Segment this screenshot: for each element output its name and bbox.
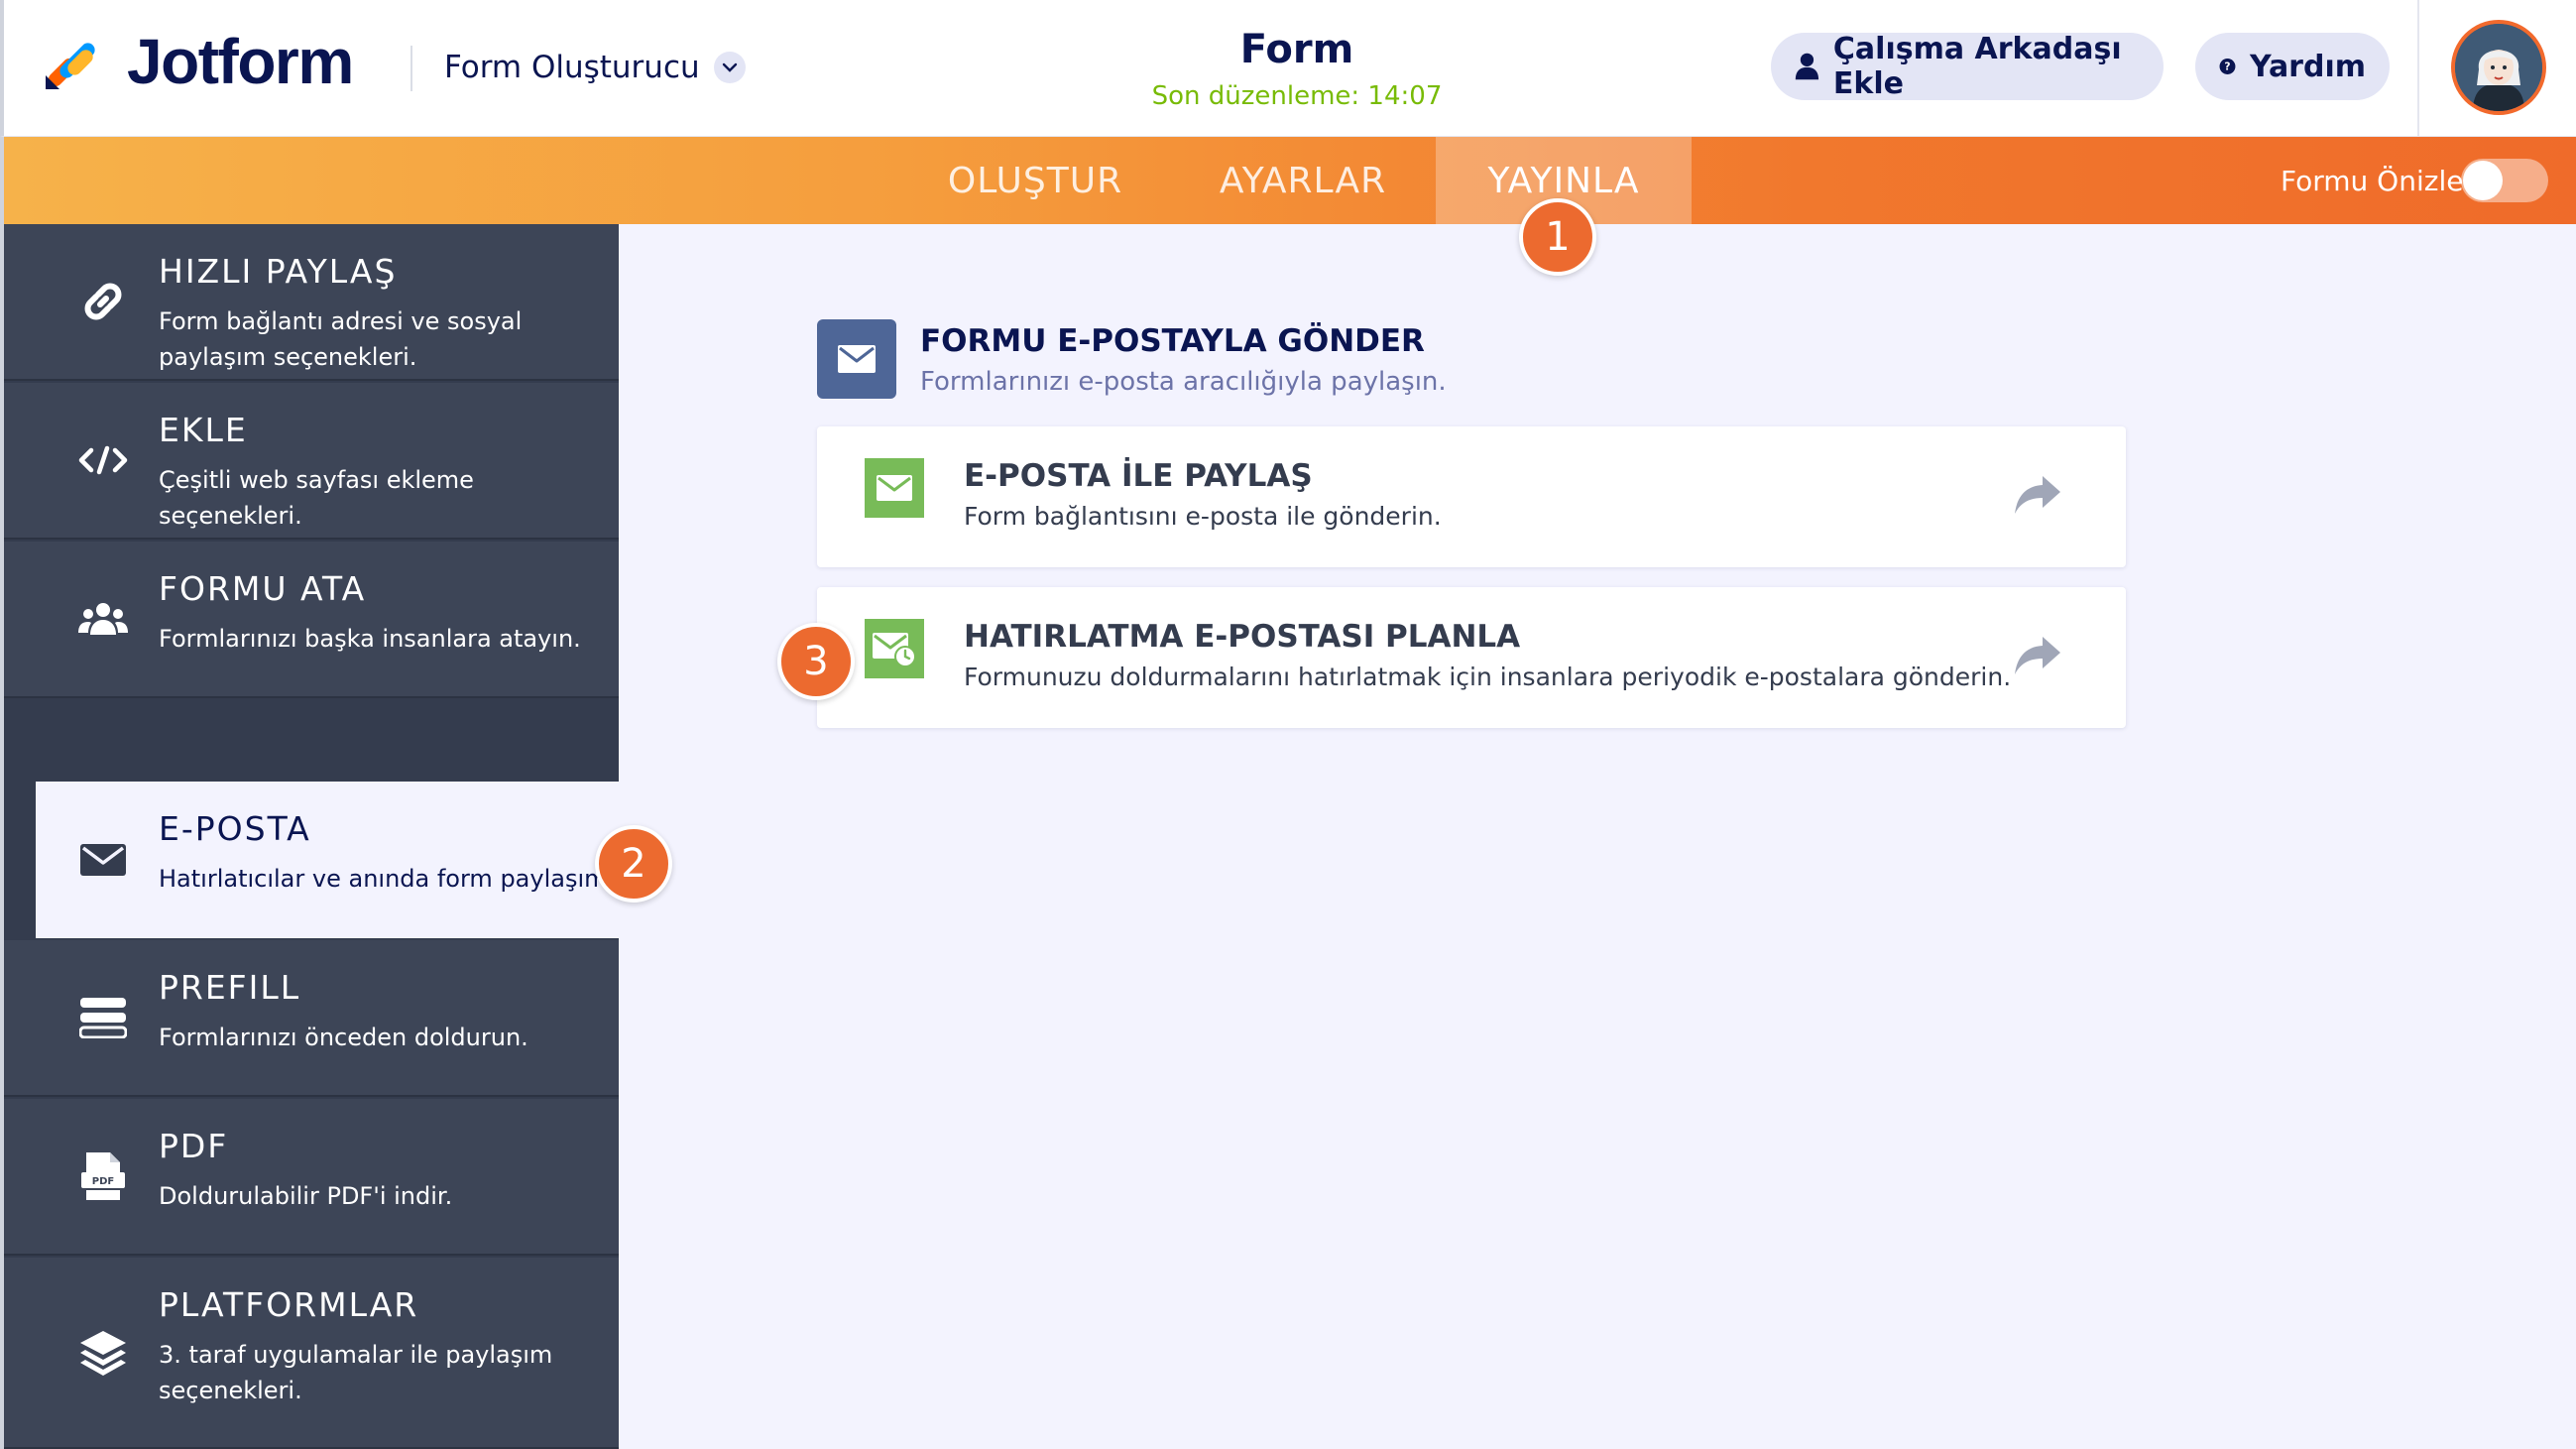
user-avatar[interactable] [2451, 20, 2546, 115]
toggle-knob [2463, 161, 2503, 200]
tab-create[interactable]: OLUŞTUR [936, 137, 1134, 224]
step-badge-2: 2 [595, 825, 672, 903]
schedule-reminder-card[interactable]: HATIRLATMA E-POSTASI PLANLA Formunuzu do… [817, 587, 2126, 728]
card-desc: Formunuzu doldurmalarını hatırlatmak içi… [964, 663, 2012, 691]
card-title: E-POSTA İLE PAYLAŞ [964, 458, 1313, 494]
pdf-icon: PDF [77, 1150, 129, 1202]
add-collaborator-button[interactable]: Çalışma Arkadaşı Ekle [1771, 32, 2164, 101]
publish-sidebar: HIZLI PAYLAŞ Form bağlantı adresi ve sos… [0, 224, 623, 1449]
sidebar-item-email[interactable]: E-POSTA Hatırlatıcılar ve anında form pa… [36, 782, 623, 938]
sidebar-item-desc: Form bağlantı adresi ve sosyal paylaşım … [159, 307, 523, 371]
prefill-icon [77, 992, 129, 1043]
sidebar-item-assign-form[interactable]: FORMU ATA Formlarınızı başka insanlara a… [4, 542, 619, 698]
form-title[interactable]: Form [1099, 28, 1495, 71]
sidebar-item-title: PLATFORMLAR [159, 1285, 419, 1324]
preview-form-label: Formu Önizle [2281, 164, 2464, 197]
form-title-block: Form Son düzenleme: 14:07 [1099, 28, 1495, 111]
section-title: FORMU E-POSTAYLA GÖNDER [920, 323, 1425, 359]
share-arrow-icon[interactable] [2013, 472, 2062, 518]
form-builder-dropdown[interactable]: Form Oluşturucu [444, 46, 746, 89]
svg-text:PDF: PDF [92, 1176, 114, 1187]
top-header: Jotform Form Oluşturucu Form Son düzenle… [0, 0, 2576, 137]
section-subtitle: Formlarınızı e-posta aracılığıyla paylaş… [920, 367, 1447, 397]
envelope-icon [865, 458, 924, 518]
jotform-logo-icon [46, 43, 95, 89]
tab-settings[interactable]: AYARLAR [1184, 137, 1422, 224]
help-icon: ? [2219, 59, 2236, 74]
sidebar-item-desc: Hatırlatıcılar ve anında form paylaşımı [159, 865, 615, 893]
sidebar-item-platforms[interactable]: PLATFORMLAR 3. taraf uygulamalar ile pay… [4, 1258, 619, 1449]
layers-icon [77, 1327, 129, 1379]
header-separator [2417, 0, 2419, 137]
sidebar-item-prefill[interactable]: PREFILL Formlarınızı önceden doldurun. [4, 940, 619, 1097]
avatar-image [2455, 24, 2542, 111]
sidebar-item-desc: Doldurulabilir PDF'i indir. [159, 1182, 453, 1210]
sidebar-item-desc: Çeşitli web sayfası ekleme seçenekleri. [159, 466, 474, 530]
sidebar-item-embed[interactable]: EKLE Çeşitli web sayfası ekleme seçenekl… [4, 383, 619, 540]
step-badge-1: 1 [1519, 198, 1596, 276]
jotform-logo[interactable]: Jotform [42, 26, 354, 97]
sidebar-item-title: FORMU ATA [159, 569, 367, 608]
last-edited-status: Son düzenleme: 14:07 [1151, 81, 1443, 111]
card-desc: Form bağlantısını e-posta ile gönderin. [964, 502, 1442, 531]
sidebar-item-desc: 3. taraf uygulamalar ile paylaşım seçene… [159, 1341, 553, 1404]
envelope-icon [77, 834, 129, 886]
sidebar-item-title: PDF [159, 1127, 229, 1165]
jotform-wordmark: Jotform [127, 26, 354, 97]
header-divider [410, 46, 412, 91]
add-collaborator-label: Çalışma Arkadaşı Ekle [1832, 32, 2122, 101]
card-title: HATIRLATMA E-POSTASI PLANLA [964, 619, 1521, 655]
sidebar-item-title: EKLE [159, 411, 248, 449]
share-by-email-card[interactable]: E-POSTA İLE PAYLAŞ Form bağlantısını e-p… [817, 426, 2126, 567]
sidebar-item-title: E-POSTA [159, 809, 311, 848]
code-icon [77, 434, 129, 486]
sidebar-item-title: PREFILL [159, 968, 301, 1007]
form-builder-label: Form Oluşturucu [444, 50, 700, 85]
svg-text:?: ? [2224, 61, 2230, 73]
preview-form-toggle[interactable] [2461, 159, 2548, 202]
share-arrow-icon[interactable] [2013, 633, 2062, 678]
user-icon [1795, 53, 1819, 80]
link-icon [77, 276, 129, 327]
sidebar-item-quick-share[interactable]: HIZLI PAYLAŞ Form bağlantı adresi ve sos… [4, 224, 619, 381]
sidebar-item-pdf[interactable]: PDF PDF Doldurulabilir PDF'i indir. [4, 1099, 619, 1256]
chevron-down-icon [713, 52, 746, 83]
help-label: Yardım [2249, 49, 2366, 84]
users-icon [77, 593, 129, 645]
sidebar-item-desc: Formlarınızı önceden doldurun. [159, 1024, 528, 1051]
step-badge-3: 3 [777, 623, 855, 700]
builder-nav-bar: OLUŞTUR AYARLAR YAYINLA Formu Önizle [0, 137, 2576, 224]
help-button[interactable]: ? Yardım [2195, 33, 2390, 100]
sidebar-item-title: HIZLI PAYLAŞ [159, 252, 398, 291]
envelope-icon [817, 319, 896, 399]
email-clock-icon [865, 619, 924, 678]
sidebar-item-desc: Formlarınızı başka insanlara atayın. [159, 625, 581, 653]
